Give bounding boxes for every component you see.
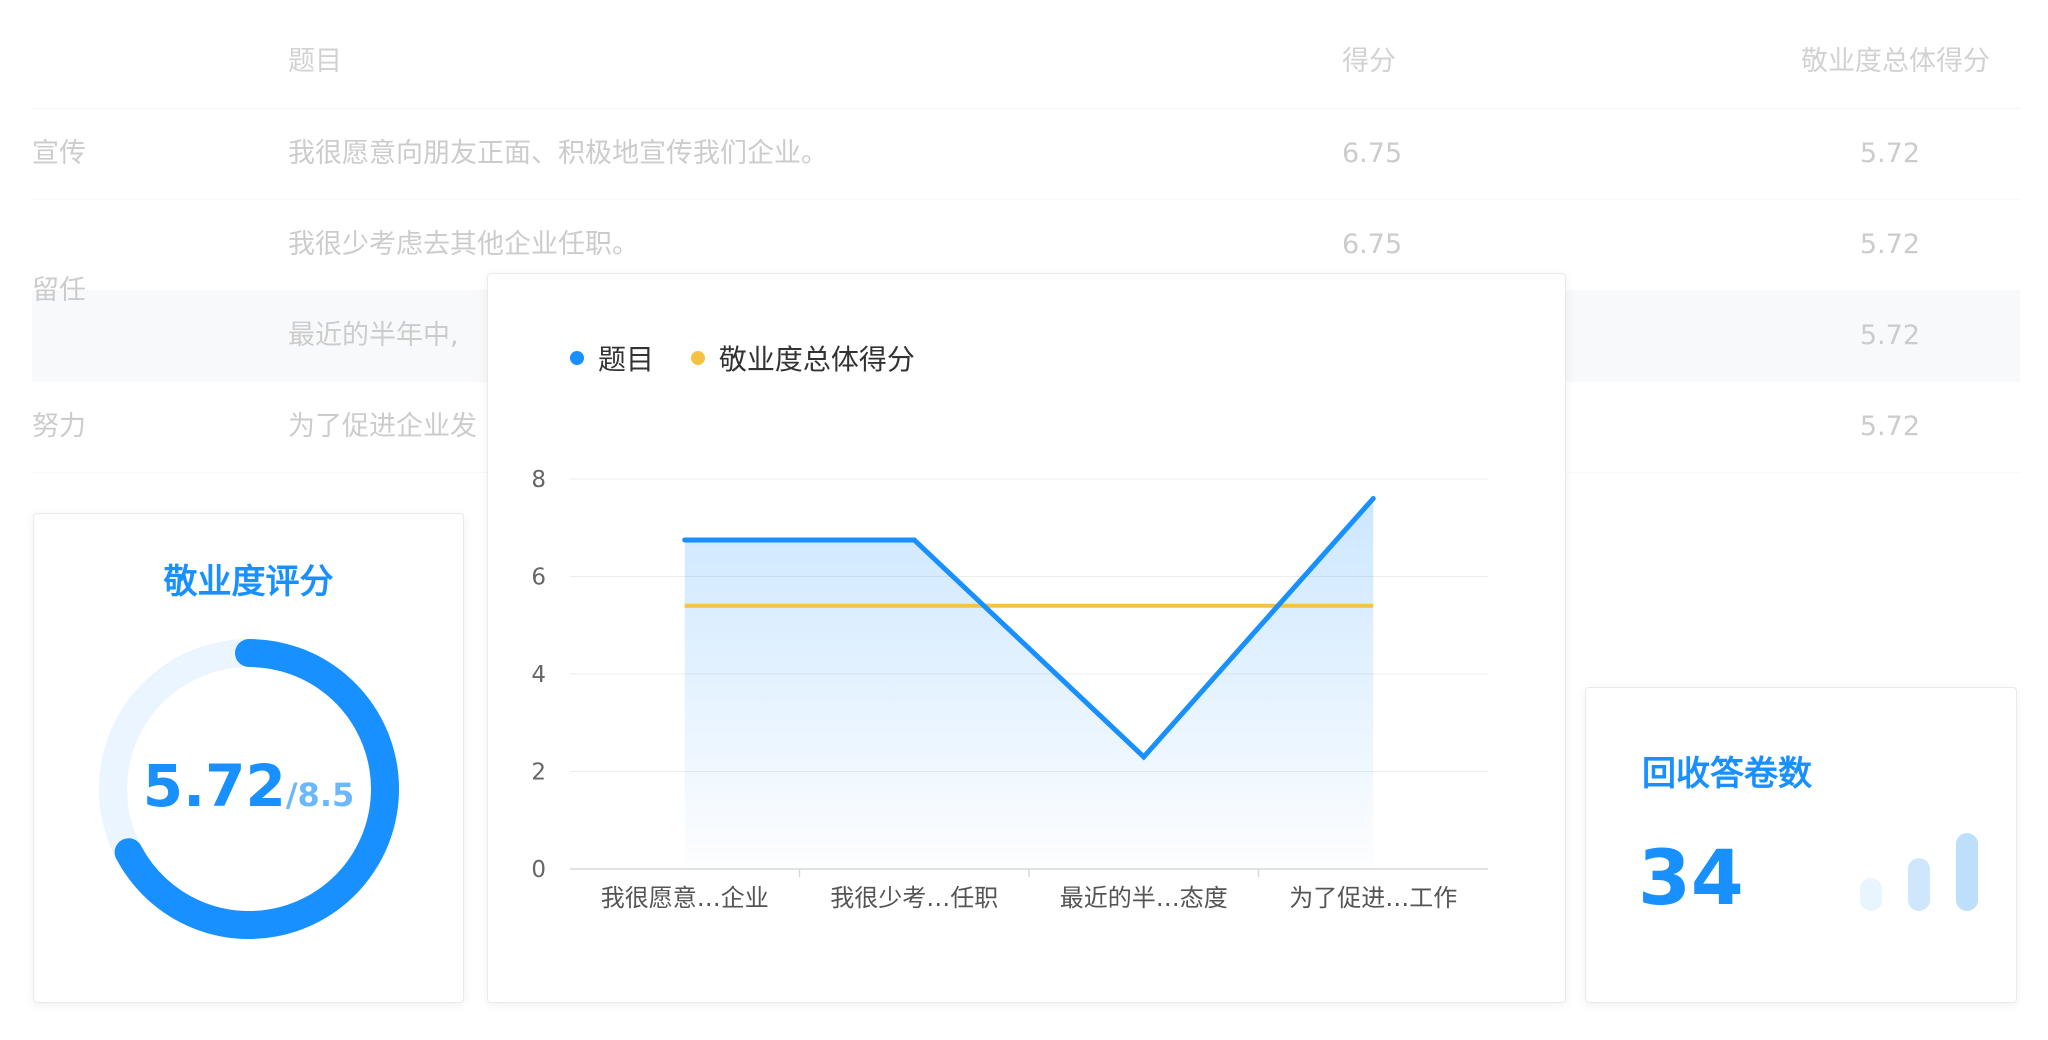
header-score: 得分 [1342, 46, 1396, 77]
row-question: 为了促进企业发 [288, 411, 477, 442]
y-tick-label: 4 [531, 662, 546, 688]
gauge-value: 5.72 [142, 752, 286, 820]
row-question: 最近的半年中, [288, 320, 459, 351]
y-tick-label: 8 [531, 467, 546, 493]
gauge-title: 敬业度评分 [163, 562, 334, 602]
x-tick-label: 为了促进…工作 [1289, 884, 1457, 912]
row-total: 5.72 [1859, 229, 1920, 260]
row-total: 5.72 [1859, 320, 1920, 351]
chart-card: 题目 敬业度总体得分 0 2 4 6 8 我很愿意…企业 我很少考…任职 最近的半…态度 为了促… [487, 273, 1566, 1003]
x-tick-label: 最近的半…态度 [1060, 884, 1228, 912]
row-question: 我很愿意向朋友正面、积极地宣传我们企业。 [288, 138, 828, 169]
count-value: 34 [1638, 833, 1744, 922]
y-tick-label: 2 [531, 760, 546, 786]
table-row: 宣传 我很愿意向朋友正面、积极地宣传我们企业。 6.75 5.72 [32, 109, 2020, 200]
row-dimension: 努力 [32, 411, 86, 442]
table-header: 题目 得分 敬业度总体得分 [32, 30, 2020, 109]
x-tick-label: 我很愿意…企业 [601, 884, 769, 912]
engagement-score-card: 敬业度评分 5.72/8.5 [33, 513, 464, 1003]
y-tick-label: 6 [531, 565, 546, 591]
line-chart: 0 2 4 6 8 我很愿意…企业 我很少考…任职 最近的半…态度 为了促进…工作 [531, 467, 1488, 912]
dashboard: 题目 得分 敬业度总体得分 宣传 我很愿意向朋友正面、积极地宣传我们企业。 6.… [0, 0, 2048, 1040]
header-total: 敬业度总体得分 [1801, 46, 1990, 77]
data-point [911, 537, 917, 543]
response-count-card: 回收答卷数 34 [1585, 687, 2017, 1003]
count-title: 回收答卷数 [1642, 754, 1812, 794]
x-tick-label: 我很少考…任职 [830, 884, 998, 912]
data-point [1370, 496, 1376, 501]
bar-chart-icon [1860, 833, 1978, 911]
gauge-value-wrap: 5.72/8.5 [34, 752, 463, 820]
row-total: 5.72 [1859, 138, 1920, 169]
row-total: 5.72 [1859, 411, 1920, 442]
data-point [682, 537, 688, 543]
y-tick-label: 0 [531, 857, 546, 883]
gauge-max: /8.5 [285, 776, 355, 814]
data-point [1141, 754, 1147, 760]
row-dimension: 留任 [32, 275, 86, 306]
area-fill [684, 498, 1374, 869]
row-dimension: 宣传 [32, 138, 86, 169]
row-score: 6.75 [1342, 138, 1403, 169]
header-question: 题目 [288, 46, 342, 77]
